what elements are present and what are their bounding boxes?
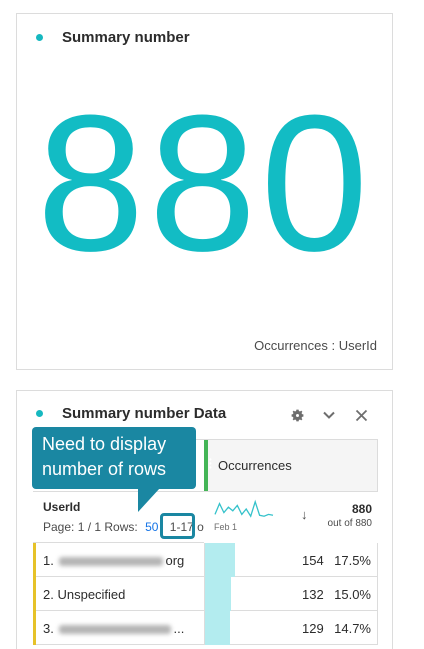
row-index: 2. bbox=[43, 587, 58, 602]
summary-value: 880 bbox=[36, 75, 373, 292]
table-row[interactable]: 2. Unspecified 132 15.0% bbox=[33, 577, 378, 611]
row-indicator-bar bbox=[33, 543, 36, 577]
gear-icon[interactable] bbox=[289, 407, 305, 423]
chevron-down-icon[interactable] bbox=[321, 407, 337, 423]
rows-per-page-select[interactable]: 50 bbox=[145, 520, 158, 534]
table-row[interactable]: 1. org 154 17.5% bbox=[33, 543, 378, 577]
metric-summary-cell: Feb 1 ↓ 880 out of 880 bbox=[204, 492, 378, 544]
page-indicator: Page: 1 / 1 bbox=[43, 520, 102, 534]
table-subheader-row: UserId Page: 1 / 1 Rows: 50 1-17 of Feb … bbox=[33, 491, 378, 544]
metric-total: 880 bbox=[351, 502, 372, 516]
metric-total-caption: out of 880 bbox=[327, 518, 372, 529]
row-indicator-bar bbox=[33, 611, 36, 645]
metric-bar bbox=[205, 543, 235, 577]
row-label[interactable]: 2. Unspecified bbox=[43, 587, 125, 602]
metric-column-header[interactable]: • • • Occurrences bbox=[204, 440, 378, 492]
row-label[interactable]: 1. org bbox=[43, 553, 184, 568]
panel-status-dot bbox=[36, 34, 43, 41]
drag-handle-icon[interactable]: • • • bbox=[209, 456, 212, 472]
metric-caption: Occurrences : UserId bbox=[254, 338, 377, 353]
redacted-text bbox=[59, 557, 164, 567]
table-row[interactable]: 3. ... 129 14.7% bbox=[33, 611, 378, 645]
metric-column-label: Occurrences bbox=[218, 458, 292, 473]
summary-number-panel: Summary number 880 Occurrences : UserId bbox=[16, 13, 393, 370]
annotation-callout-pointer bbox=[138, 488, 160, 512]
metric-bar bbox=[205, 611, 230, 645]
sparkline-line bbox=[214, 499, 274, 518]
annotation-highlight-box bbox=[160, 513, 195, 539]
row-count: 154 bbox=[302, 553, 324, 568]
arrow-down-icon[interactable]: ↓ bbox=[301, 507, 308, 522]
metric-cell: 154 17.5% bbox=[204, 543, 378, 577]
row-indicator-bar bbox=[33, 577, 36, 611]
row-index: 1. bbox=[43, 553, 58, 568]
row-percent: 15.0% bbox=[334, 587, 371, 602]
trend-sparkline bbox=[214, 499, 274, 518]
sparkline-date-label: Feb 1 bbox=[214, 522, 238, 532]
row-label-text: ... bbox=[173, 621, 185, 636]
row-percent: 17.5% bbox=[334, 553, 371, 568]
annotation-callout: Need to display number of rows bbox=[32, 427, 196, 489]
row-percent: 14.7% bbox=[334, 621, 371, 636]
row-label[interactable]: 3. ... bbox=[43, 621, 184, 636]
panel-title: Summary number bbox=[62, 29, 190, 46]
dimension-column-label[interactable]: UserId bbox=[43, 500, 80, 514]
table-body: 1. org 154 17.5% 2. Unspecified 132 15.0% 3. .… bbox=[33, 543, 378, 645]
redacted-text bbox=[59, 625, 172, 635]
row-count: 129 bbox=[302, 621, 324, 636]
row-label-text: Unspecified bbox=[57, 587, 126, 602]
panel-status-dot bbox=[36, 410, 43, 417]
metric-bar bbox=[205, 577, 231, 611]
metric-cell: 129 14.7% bbox=[204, 611, 378, 645]
row-label-text: org bbox=[165, 553, 185, 568]
row-index: 3. bbox=[43, 621, 58, 636]
rows-label: Rows: bbox=[104, 520, 138, 534]
metric-cell: 132 15.0% bbox=[204, 577, 378, 611]
panel-title: Summary number Data bbox=[62, 405, 227, 422]
row-count: 132 bbox=[302, 587, 324, 602]
close-icon[interactable] bbox=[353, 407, 369, 423]
